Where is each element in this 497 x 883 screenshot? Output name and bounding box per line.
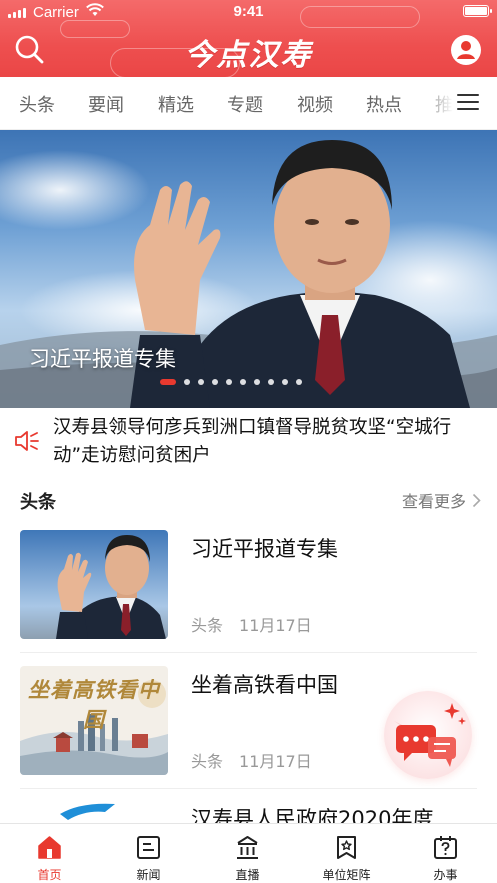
- calendar-question-icon: [434, 836, 457, 859]
- tab-news[interactable]: 新闻: [99, 824, 198, 883]
- news-icon: [137, 836, 160, 859]
- carousel-dot[interactable]: [198, 379, 204, 385]
- home-icon: [38, 836, 61, 859]
- carousel-dots: [160, 379, 302, 385]
- view-more-label: 查看更多: [401, 492, 466, 511]
- view-more-link[interactable]: 查看更多: [402, 488, 481, 512]
- news-thumbnail: [20, 530, 168, 639]
- tab-services[interactable]: 办事: [396, 824, 495, 883]
- tab-label: 办事: [433, 868, 458, 882]
- news-title: 习近平报道专集: [191, 537, 338, 561]
- carousel-dot[interactable]: [268, 379, 274, 385]
- news-item[interactable]: 习近平报道专集 头条 11月17日: [0, 530, 497, 667]
- news-thumbnail: 坐着高铁看中国: [20, 666, 168, 775]
- live-icon: [237, 836, 258, 859]
- news-title: 汉寿县人民政府2020年度: [191, 807, 434, 823]
- channel-tabs: 头条 要闻 精选 专题 视频 热点 推: [0, 77, 497, 130]
- chat-icon: [394, 703, 466, 767]
- thumbnail-title-art: 坐着高铁看中国: [28, 677, 160, 732]
- banner-carousel[interactable]: 习近平报道专集: [0, 130, 497, 408]
- user-profile-icon[interactable]: [451, 35, 481, 65]
- news-category: 头条: [191, 752, 224, 771]
- news-meta: 头条 11月17日: [191, 748, 312, 772]
- status-bar: Carrier 9:41: [0, 0, 497, 24]
- battery-icon: [463, 5, 492, 17]
- tab-video[interactable]: 视频: [297, 91, 333, 117]
- section-title: 头条: [20, 492, 56, 513]
- news-meta: 头条 11月17日: [191, 612, 312, 636]
- chevron-right-icon: [472, 493, 481, 507]
- banner-caption: 习近平报道专集: [29, 347, 176, 371]
- tab-label: 首页: [37, 868, 62, 882]
- carousel-dot[interactable]: [296, 379, 302, 385]
- tab-headlines[interactable]: 头条: [19, 91, 55, 117]
- carousel-dot[interactable]: [240, 379, 246, 385]
- speaker-icon: [15, 431, 39, 451]
- app-title: 今点汉寿: [184, 38, 313, 73]
- tab-home[interactable]: 首页: [0, 824, 99, 883]
- tab-hot[interactable]: 热点: [366, 91, 402, 117]
- carousel-dot[interactable]: [184, 379, 190, 385]
- carousel-dot[interactable]: [282, 379, 288, 385]
- carousel-dot[interactable]: [160, 379, 176, 385]
- bookmark-star-icon: [337, 836, 356, 859]
- tab-label: 单位矩阵: [322, 868, 371, 882]
- tab-label: 直播: [235, 868, 260, 882]
- app-header: Carrier 9:41 今点汉寿: [0, 0, 497, 77]
- news-date: 11月17日: [239, 752, 312, 771]
- tab-featured[interactable]: 精选: [158, 91, 194, 117]
- tab-live[interactable]: 直播: [198, 824, 297, 883]
- tab-label: 新闻: [136, 868, 161, 882]
- notice-text: 汉寿县领导何彦兵到洲口镇督导脱贫攻坚“空城行动”走访慰问贫困户: [53, 417, 452, 466]
- menu-icon[interactable]: [457, 94, 479, 112]
- divider: [20, 788, 477, 789]
- carousel-dot[interactable]: [254, 379, 260, 385]
- tab-important-news[interactable]: 要闻: [88, 91, 124, 117]
- news-category: 头条: [191, 616, 224, 635]
- divider: [20, 652, 477, 653]
- chat-bubble-button[interactable]: [384, 691, 472, 779]
- news-item[interactable]: 汉寿县人民政府2020年度: [0, 802, 497, 823]
- notice-bar[interactable]: 汉寿县领导何彦兵到洲口镇督导脱贫攻坚“空城行动”走访慰问贫困户: [0, 408, 497, 472]
- carousel-dot[interactable]: [212, 379, 218, 385]
- news-date: 11月17日: [239, 616, 312, 635]
- section-header: 头条 查看更多: [0, 476, 497, 522]
- bottom-tab-bar: 首页 新闻 直播 单位矩阵 办事: [0, 823, 497, 883]
- tab-unit-matrix[interactable]: 单位矩阵: [297, 824, 396, 883]
- tabs-fade: [417, 77, 457, 129]
- tab-topics[interactable]: 专题: [227, 91, 263, 117]
- status-time: 9:41: [233, 3, 264, 20]
- carousel-dot[interactable]: [226, 379, 232, 385]
- news-thumbnail: [20, 802, 168, 823]
